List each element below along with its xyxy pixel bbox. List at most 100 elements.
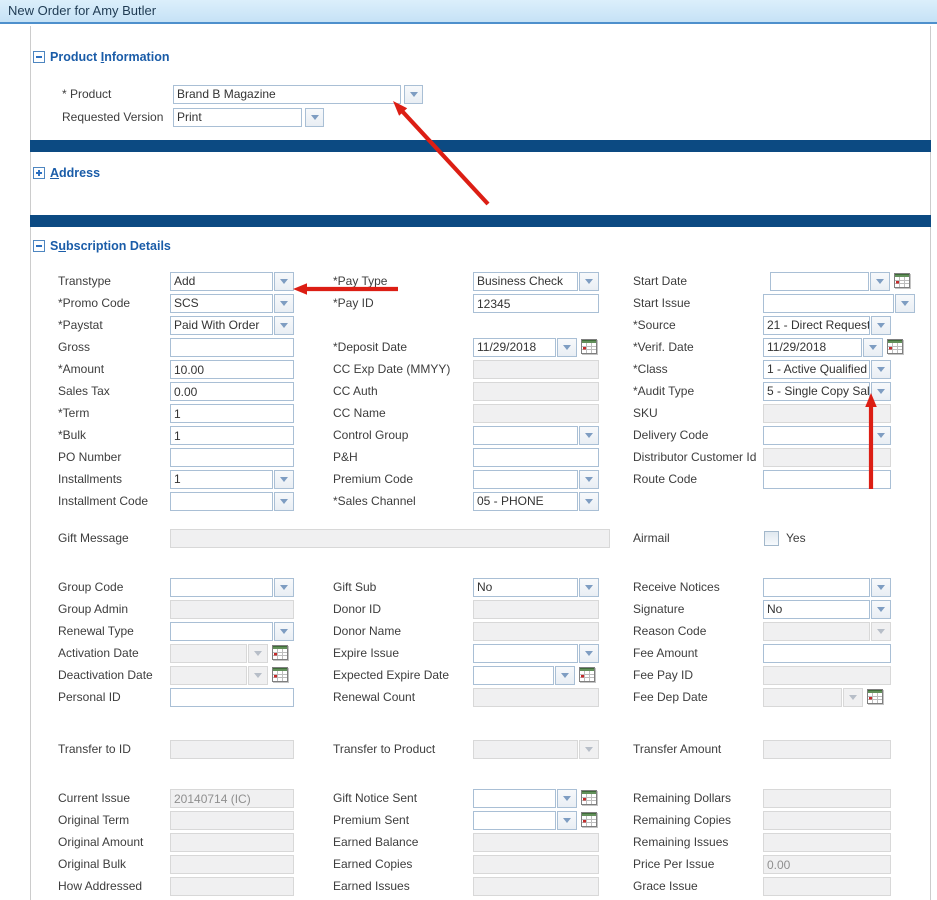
plus-box-icon[interactable] xyxy=(33,167,45,179)
dropdown-button[interactable] xyxy=(555,666,575,685)
dropdown-button[interactable] xyxy=(871,360,891,379)
po-number-input[interactable] xyxy=(170,448,294,467)
section-title-address[interactable]: Address xyxy=(50,166,100,180)
premium-sent-value[interactable] xyxy=(473,811,556,830)
installment-code-combo[interactable] xyxy=(170,492,294,511)
group-code-combo[interactable] xyxy=(170,578,294,597)
dropdown-button[interactable] xyxy=(274,492,294,511)
pay-type-value[interactable]: Business Check xyxy=(473,272,578,291)
installments-combo[interactable]: 1 xyxy=(170,470,294,489)
dropdown-button[interactable] xyxy=(274,316,294,335)
deposit-date-calendar-icon[interactable] xyxy=(581,339,598,355)
gift-sub-value[interactable]: No xyxy=(473,578,578,597)
transtype-combo[interactable]: Add xyxy=(170,272,294,291)
amount-input[interactable] xyxy=(170,360,294,379)
start-date-combo[interactable] xyxy=(770,272,890,291)
deposit-date-value[interactable]: 11/29/2018 xyxy=(473,338,556,357)
gift-sub-combo[interactable]: No xyxy=(473,578,599,597)
dropdown-button[interactable] xyxy=(579,470,599,489)
dropdown-button[interactable] xyxy=(579,492,599,511)
audit-type-combo[interactable]: 5 - Single Copy Sales xyxy=(763,382,891,401)
premium-code-combo[interactable] xyxy=(473,470,599,489)
fee-amount-input[interactable] xyxy=(763,644,891,663)
transtype-value[interactable]: Add xyxy=(170,272,273,291)
start-issue-combo[interactable] xyxy=(763,294,915,313)
expire-issue-value[interactable] xyxy=(473,644,578,663)
dropdown-button[interactable] xyxy=(579,644,599,663)
verif-date-calendar-icon[interactable] xyxy=(887,339,904,355)
product-value[interactable]: Brand B Magazine xyxy=(173,85,401,104)
dropdown-button[interactable] xyxy=(871,382,891,401)
control-group-value[interactable] xyxy=(473,426,578,445)
requested-version-combo[interactable]: Print xyxy=(173,108,324,127)
dropdown-button[interactable] xyxy=(870,272,890,291)
dropdown-button[interactable] xyxy=(895,294,915,313)
p-h-input[interactable] xyxy=(473,448,599,467)
promo-code-value[interactable]: SCS xyxy=(170,294,273,313)
paystat-value[interactable]: Paid With Order xyxy=(170,316,273,335)
dropdown-button[interactable] xyxy=(305,108,324,127)
sales-tax-input[interactable] xyxy=(170,382,294,401)
gift-notice-sent-combo[interactable] xyxy=(473,789,577,808)
personal-id-input[interactable] xyxy=(170,688,294,707)
minus-box-icon[interactable] xyxy=(33,240,45,252)
sales-channel-value[interactable]: 05 - PHONE xyxy=(473,492,578,511)
installments-value[interactable]: 1 xyxy=(170,470,273,489)
class-value[interactable]: 1 - Active Qualified xyxy=(763,360,870,379)
route-code-input[interactable] xyxy=(763,470,891,489)
section-title-subscription-details[interactable]: Subscription Details xyxy=(50,239,171,253)
installment-code-value[interactable] xyxy=(170,492,273,511)
expected-expire-date-value[interactable] xyxy=(473,666,554,685)
promo-code-combo[interactable]: SCS xyxy=(170,294,294,313)
control-group-combo[interactable] xyxy=(473,426,599,445)
product-combo[interactable]: Brand B Magazine xyxy=(173,85,423,104)
premium-sent-calendar-icon[interactable] xyxy=(581,812,598,828)
dropdown-button[interactable] xyxy=(274,622,294,641)
dropdown-button[interactable] xyxy=(871,600,891,619)
gift-notice-sent-value[interactable] xyxy=(473,789,556,808)
minus-box-icon[interactable] xyxy=(33,51,45,63)
dropdown-button[interactable] xyxy=(579,272,599,291)
gift-notice-sent-calendar-icon[interactable] xyxy=(581,790,598,806)
receive-notices-value[interactable] xyxy=(763,578,870,597)
signature-value[interactable]: No xyxy=(763,600,870,619)
verif-date-combo[interactable]: 11/29/2018 xyxy=(763,338,883,357)
delivery-code-combo[interactable] xyxy=(763,426,891,445)
gross-input[interactable] xyxy=(170,338,294,357)
premium-sent-combo[interactable] xyxy=(473,811,577,830)
dropdown-button[interactable] xyxy=(274,294,294,313)
term-input[interactable] xyxy=(170,404,294,423)
audit-type-value[interactable]: 5 - Single Copy Sales xyxy=(763,382,870,401)
group-code-value[interactable] xyxy=(170,578,273,597)
premium-code-value[interactable] xyxy=(473,470,578,489)
start-date-calendar-icon[interactable] xyxy=(894,273,911,289)
paystat-combo[interactable]: Paid With Order xyxy=(170,316,294,335)
dropdown-button[interactable] xyxy=(274,578,294,597)
pay-type-combo[interactable]: Business Check xyxy=(473,272,599,291)
start-date-value[interactable] xyxy=(770,272,869,291)
renewal-type-value[interactable] xyxy=(170,622,273,641)
bulk-input[interactable] xyxy=(170,426,294,445)
dropdown-button[interactable] xyxy=(557,338,577,357)
requested-version-value[interactable]: Print xyxy=(173,108,302,127)
sales-channel-combo[interactable]: 05 - PHONE xyxy=(473,492,599,511)
receive-notices-combo[interactable] xyxy=(763,578,891,597)
dropdown-button[interactable] xyxy=(579,578,599,597)
dropdown-button[interactable] xyxy=(274,272,294,291)
expected-expire-date-combo[interactable] xyxy=(473,666,575,685)
start-issue-value[interactable] xyxy=(763,294,894,313)
class-combo[interactable]: 1 - Active Qualified xyxy=(763,360,891,379)
dropdown-button[interactable] xyxy=(871,316,891,335)
expire-issue-combo[interactable] xyxy=(473,644,599,663)
source-value[interactable]: 21 - Direct Request xyxy=(763,316,870,335)
verif-date-value[interactable]: 11/29/2018 xyxy=(763,338,862,357)
signature-combo[interactable]: No xyxy=(763,600,891,619)
section-title-product-information[interactable]: Product Information xyxy=(50,50,169,64)
delivery-code-value[interactable] xyxy=(763,426,870,445)
dropdown-button[interactable] xyxy=(557,789,577,808)
pay-id-input[interactable] xyxy=(473,294,599,313)
source-combo[interactable]: 21 - Direct Request xyxy=(763,316,891,335)
dropdown-button[interactable] xyxy=(557,811,577,830)
deposit-date-combo[interactable]: 11/29/2018 xyxy=(473,338,577,357)
expected-expire-date-calendar-icon[interactable] xyxy=(579,667,596,683)
